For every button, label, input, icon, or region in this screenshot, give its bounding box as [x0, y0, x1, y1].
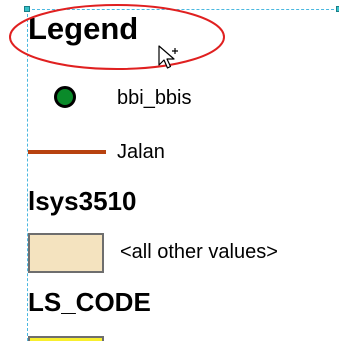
line-icon — [28, 150, 106, 154]
color-swatch — [28, 336, 104, 341]
legend-item-label: <all other values> — [120, 241, 278, 263]
legend-item-label: bbi_bbis — [117, 87, 192, 109]
layer-heading: lsys3510 — [28, 186, 137, 216]
move-pointer-icon — [158, 45, 178, 69]
legend-item-label: Jalan — [117, 141, 165, 163]
highlight-ellipse — [9, 4, 225, 70]
layer-heading: LS_CODE — [28, 287, 151, 317]
green-dot-icon — [54, 86, 76, 108]
color-swatch — [28, 233, 104, 273]
